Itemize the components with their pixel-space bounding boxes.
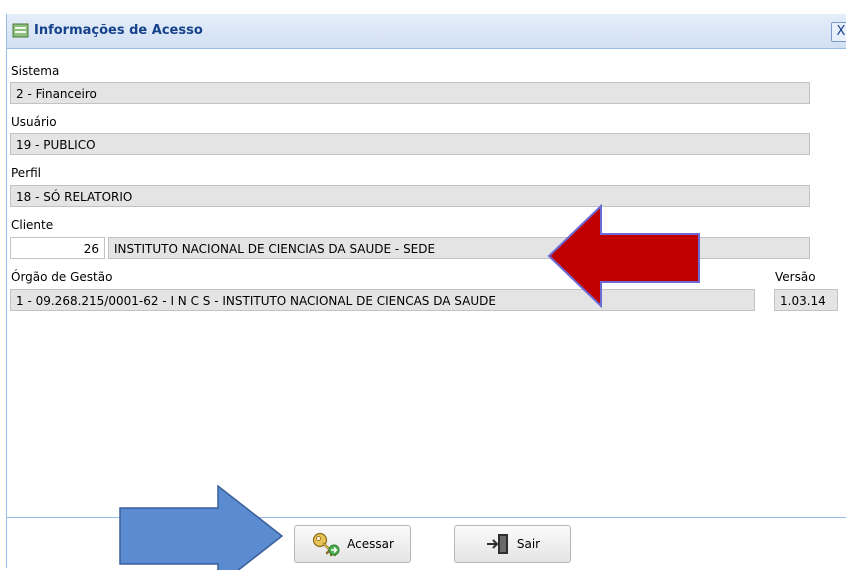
versao-field: 1.03.14 [774, 289, 838, 311]
sair-label: Sair [516, 537, 541, 551]
sair-button[interactable]: Sair [454, 525, 571, 563]
perfil-label: Perfil [11, 166, 42, 180]
acessar-label: Acessar [347, 537, 394, 551]
exit-door-icon [485, 532, 511, 556]
usuario-label: Usuário [11, 115, 57, 129]
window-title: Informações de Acesso [34, 23, 203, 38]
close-button[interactable]: X [831, 22, 846, 42]
cliente-code-input[interactable]: 26 [10, 237, 105, 259]
acessar-button[interactable]: Acessar [294, 525, 411, 563]
form-body: Sistema 2 - Financeiro Usuário 19 - PUBL… [7, 49, 846, 518]
orgao-label: Órgão de Gestão [11, 270, 113, 284]
versao-label: Versão [775, 270, 816, 284]
usuario-field: 19 - PUBLICO [10, 133, 810, 155]
key-icon [311, 531, 341, 557]
red-annotation-arrow [547, 204, 700, 308]
window-titlebar: Informações de Acesso X [7, 14, 846, 49]
sistema-label: Sistema [11, 64, 60, 78]
window-app-icon [12, 23, 30, 39]
sistema-field: 2 - Financeiro [10, 82, 810, 104]
blue-annotation-arrow [119, 484, 284, 570]
cliente-label: Cliente [11, 218, 54, 232]
